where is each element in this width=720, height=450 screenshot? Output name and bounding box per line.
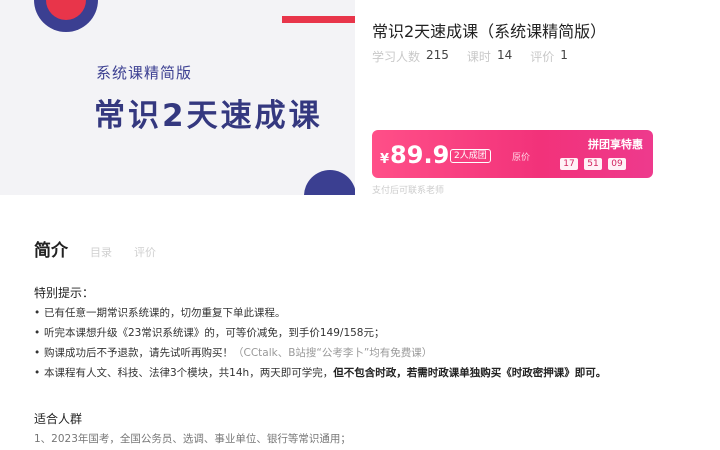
course-stats: 学习人数 215 课时 14 评价 1 bbox=[372, 48, 580, 65]
countdown-timer: 17 51 09 bbox=[560, 158, 626, 170]
banner-title: 常识2天速成课 bbox=[94, 98, 323, 134]
notice-text: 听完本课想升级《23常识系统课》的，可等价减免，到手价149/158元； bbox=[44, 327, 385, 339]
group-size-badge: 2人成团 bbox=[450, 149, 491, 163]
audience-heading: 适合人群 bbox=[34, 412, 83, 426]
list-item: • 购课成功后不予退款，请先试听再购买！（CCtalk、B站搜“公考李卜”均有免费… bbox=[34, 343, 714, 363]
currency-symbol: ¥ bbox=[380, 152, 390, 167]
bullet: • bbox=[34, 327, 41, 339]
course-title: 常识2天速成课（系统课精简版） bbox=[372, 22, 607, 41]
bullet: • bbox=[34, 347, 41, 359]
stat-label-lessons: 课时 bbox=[466, 50, 491, 64]
course-cover-banner: 系统课精简版 常识2天速成课 bbox=[0, 0, 355, 195]
detail-tabs: 简介 目录 评价 bbox=[34, 236, 156, 261]
notice-extra: （CCtalk、B站搜“公考李卜”均有免费课） bbox=[233, 347, 433, 359]
decorative-half-circle bbox=[304, 170, 355, 195]
notice-heading: 特别提示： bbox=[34, 286, 95, 300]
notice-text: 购课成功后不予退款，请先试听再购买！ bbox=[44, 347, 233, 359]
notice-list: • 已有任意一期常识系统课的，切勿重复下单此课程。 • 听完本课想升级《23常识系统… bbox=[34, 303, 714, 383]
price-note: 支付后可联系老师 bbox=[372, 186, 445, 196]
banner-subtitle: 系统课精简版 bbox=[96, 64, 193, 82]
decorative-bar bbox=[282, 16, 355, 23]
tab-catalog[interactable]: 目录 bbox=[90, 244, 112, 260]
countdown-minutes: 51 bbox=[584, 158, 602, 170]
stat-value-learners: 215 bbox=[426, 48, 449, 62]
audience-item: 1、2023年国考，全国公务员、选调、事业单位、银行等常识通用； bbox=[34, 433, 351, 445]
tab-intro[interactable]: 简介 bbox=[34, 236, 68, 261]
notice-text: 本课程有人文、科技、法律3个模块，共14h，两天即可学完， bbox=[44, 367, 334, 379]
list-item: • 听完本课想升级《23常识系统课》的，可等价减免，到手价149/158元； bbox=[34, 323, 714, 343]
countdown-seconds: 09 bbox=[608, 158, 626, 170]
price: ¥89.9 bbox=[380, 141, 449, 169]
notice-text: 已有任意一期常识系统课的，切勿重复下单此课程。 bbox=[44, 307, 286, 319]
stat-label-learners: 学习人数 bbox=[372, 50, 421, 64]
stat-value-reviews: 1 bbox=[560, 48, 568, 62]
list-item: • 已有任意一期常识系统课的，切勿重复下单此课程。 bbox=[34, 303, 714, 323]
tab-reviews[interactable]: 评价 bbox=[134, 244, 156, 260]
bullet: • bbox=[34, 307, 41, 319]
list-item: • 本课程有人文、科技、法律3个模块，共14h，两天即可学完，但不包含时政，若需时… bbox=[34, 363, 714, 383]
stat-value-lessons: 14 bbox=[496, 48, 513, 62]
notice-bold: 但不包含时政，若需时政课单独购买《时政密押课》即可。 bbox=[333, 367, 607, 379]
stat-label-reviews: 评价 bbox=[530, 50, 555, 64]
bullet: • bbox=[34, 367, 41, 379]
price-value: 89.9 bbox=[390, 141, 450, 169]
group-buy-price-box[interactable]: ¥89.9 2人成团 原价 拼团享特惠 17 51 09 bbox=[372, 130, 653, 178]
original-price-label: 原价 bbox=[512, 153, 531, 163]
countdown-hours: 17 bbox=[560, 158, 578, 170]
promo-label: 拼团享特惠 bbox=[588, 138, 643, 151]
